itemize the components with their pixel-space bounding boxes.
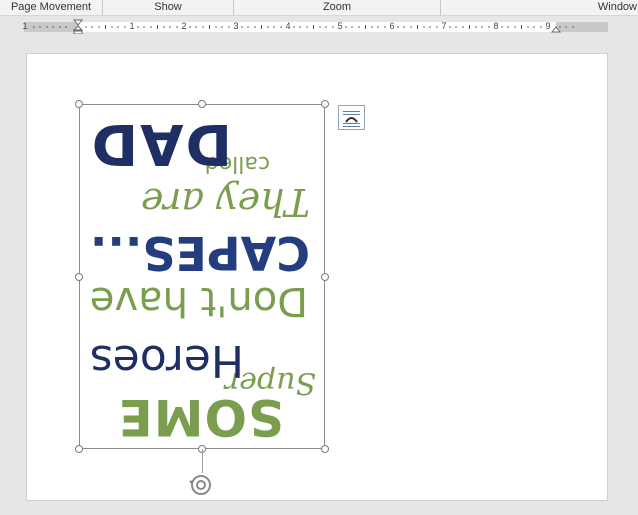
- left-indent-marker: [73, 30, 83, 34]
- group-window: Window: [597, 1, 637, 13]
- layout-options-button[interactable]: [338, 105, 365, 130]
- image-word-heroes: Heroes: [89, 335, 244, 386]
- rotate-handle-line: [202, 449, 203, 473]
- ruler-number: 6: [389, 21, 395, 31]
- ribbon-group-labels: Page Movement Show Zoom Window: [0, 0, 638, 16]
- rotate-handle-icon[interactable]: [186, 471, 216, 499]
- first-line-indent-marker: [72, 19, 84, 26]
- ruler-number: 1: [22, 21, 28, 31]
- horizontal-ruler[interactable]: 1 1 2 3 4 5 6 7 8 9: [0, 18, 638, 34]
- resize-handle-bottom-right[interactable]: [321, 445, 329, 453]
- ruler-number: 8: [493, 21, 499, 31]
- layout-options-icon: [343, 111, 360, 127]
- ruler-number: 1: [129, 21, 135, 31]
- resize-handle-top-right[interactable]: [321, 100, 329, 108]
- ruler-number: 5: [337, 21, 343, 31]
- resize-handle-left[interactable]: [75, 273, 83, 281]
- ruler-number: 4: [285, 21, 291, 31]
- right-indent-marker: [550, 26, 562, 33]
- resize-handle-right[interactable]: [321, 273, 329, 281]
- ruler-number: 2: [181, 21, 187, 31]
- image-artwork: SOME Super Heroes Don't have CAPES... Th…: [80, 105, 324, 448]
- resize-handle-top[interactable]: [198, 100, 206, 108]
- ruler-number: 3: [233, 21, 239, 31]
- image-word-they-are: They are: [140, 180, 310, 224]
- selected-image[interactable]: SOME Super Heroes Don't have CAPES... Th…: [79, 104, 325, 449]
- group-show: Show: [103, 0, 234, 15]
- image-word-capes: CAPES...: [89, 226, 310, 280]
- ruler-number: 9: [545, 21, 551, 31]
- resize-handle-top-left[interactable]: [75, 100, 83, 108]
- ruler-number: 7: [441, 21, 447, 31]
- image-word-dont-have: Don't have: [89, 278, 308, 324]
- group-page-movement: Page Movement: [0, 0, 103, 15]
- group-zoom: Zoom: [234, 0, 441, 15]
- hanging-indent-marker: [72, 25, 84, 31]
- resize-handle-bottom-left[interactable]: [75, 445, 83, 453]
- image-word-dad: DAD: [89, 111, 232, 176]
